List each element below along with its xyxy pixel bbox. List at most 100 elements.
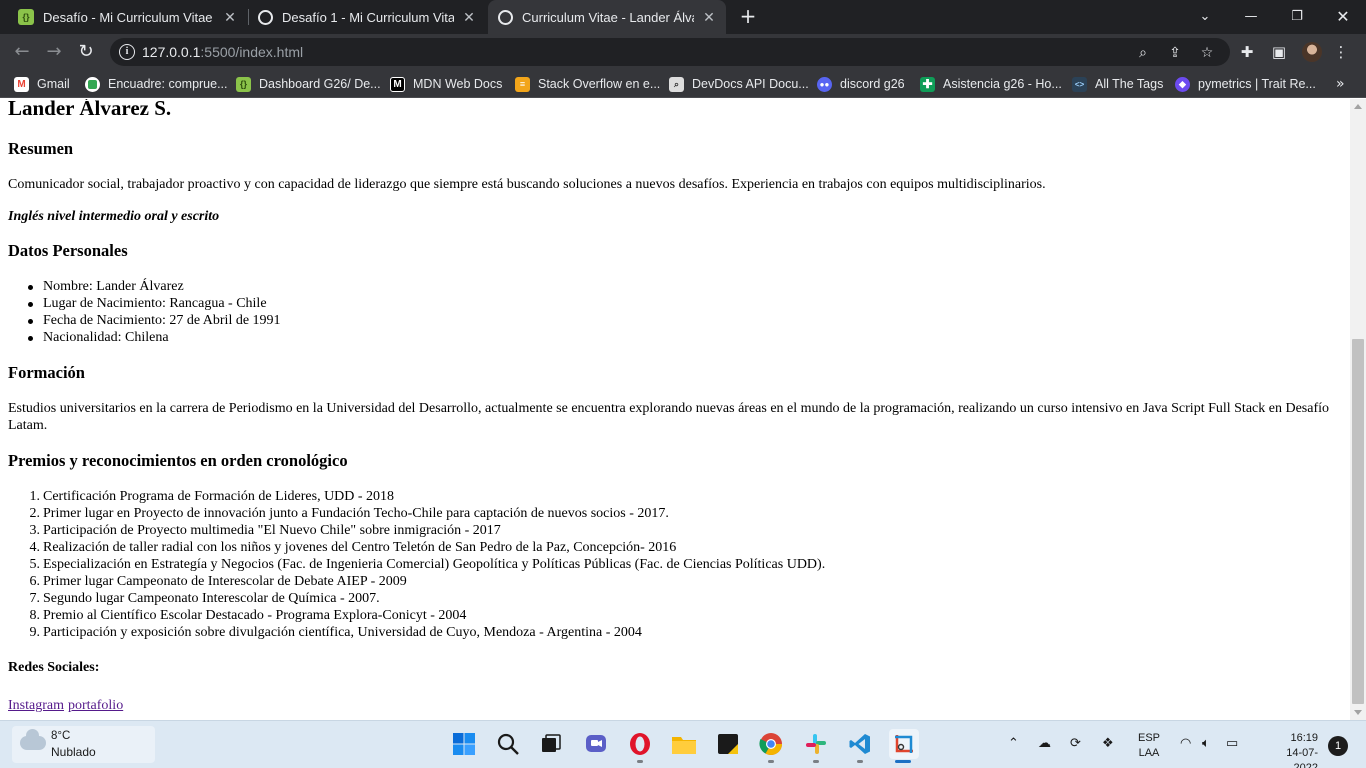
resumen-heading: Resumen bbox=[8, 139, 74, 158]
redes-sociales-heading: Redes Sociales: bbox=[8, 660, 100, 675]
bookmark-item[interactable]: ◆ pymetrics | Trait Re... bbox=[1175, 75, 1316, 93]
bookmark-label: All The Tags bbox=[1095, 77, 1164, 91]
gmail-icon: M bbox=[14, 76, 29, 92]
language-indicator[interactable]: ESP LAA bbox=[1137, 731, 1161, 761]
close-tab-icon[interactable]: ✕ bbox=[702, 9, 716, 26]
stackoverflow-icon: ≡ bbox=[515, 76, 530, 92]
bookmark-label: discord g26 bbox=[840, 77, 905, 91]
discord-icon: ●● bbox=[817, 76, 832, 92]
resumen-text: Comunicador social, trabajador proactivo… bbox=[8, 177, 1046, 192]
scroll-up-icon[interactable] bbox=[1354, 104, 1362, 109]
address-bar[interactable]: i 127.0.0.1:5500/index.html ⌕ ⇪ ☆ bbox=[110, 38, 1230, 66]
google-sheets-icon bbox=[85, 76, 100, 92]
dropbox-icon[interactable]: ❖ bbox=[1102, 735, 1114, 751]
wifi-icon[interactable]: ◠ bbox=[1180, 735, 1191, 751]
tab-title: Desafío 1 - Mi Curriculum Vitae e bbox=[282, 9, 454, 25]
url-text[interactable]: 127.0.0.1:5500/index.html bbox=[142, 44, 303, 60]
bookmark-label: MDN Web Docs bbox=[413, 77, 503, 91]
running-indicator bbox=[813, 760, 819, 763]
list-item: 1. Certificación Programa de Formación de… bbox=[29, 489, 395, 504]
weather-widget[interactable]: 8°C Nublado bbox=[12, 726, 155, 763]
running-indicator bbox=[857, 760, 863, 763]
more-bookmarks-icon[interactable]: » bbox=[1336, 76, 1345, 92]
bookmark-star-icon[interactable]: ☆ bbox=[1198, 44, 1216, 62]
list-item: 6. Primer lugar Campeonato de Interescola… bbox=[29, 574, 407, 589]
profile-avatar[interactable] bbox=[1302, 42, 1322, 62]
new-tab-button[interactable]: + bbox=[737, 5, 759, 27]
formacion-heading: Formación bbox=[8, 363, 85, 382]
minimize-icon[interactable]: — bbox=[1228, 0, 1274, 32]
weather-temperature: 8°C bbox=[51, 730, 71, 742]
page-scrollbar[interactable] bbox=[1350, 99, 1366, 720]
bookmark-item[interactable]: {} Dashboard G26/ De... bbox=[236, 75, 381, 93]
bullet-icon bbox=[28, 285, 33, 290]
running-indicator bbox=[768, 760, 774, 763]
zoom-icon[interactable]: ⌕ bbox=[1134, 44, 1152, 62]
site-info-icon[interactable]: i bbox=[119, 44, 135, 60]
clock[interactable]: 16:19 14-07-2022 bbox=[1280, 731, 1318, 768]
bookmark-label: Dashboard G26/ De... bbox=[259, 77, 381, 91]
chrome-icon[interactable] bbox=[756, 729, 786, 759]
teams-chat-icon[interactable] bbox=[581, 729, 611, 759]
instagram-link[interactable]: Instagram bbox=[8, 698, 64, 713]
restore-icon[interactable]: ❐ bbox=[1274, 0, 1320, 32]
bookmark-item[interactable]: M Gmail bbox=[14, 75, 70, 93]
extensions-icon[interactable]: ✚ bbox=[1237, 42, 1257, 62]
vscode-icon[interactable] bbox=[845, 729, 875, 759]
tab-desafio-cv[interactable]: {} Desafío - Mi Curriculum Vitae en ✕ bbox=[8, 0, 248, 34]
file-explorer-icon[interactable] bbox=[669, 729, 699, 759]
close-window-icon[interactable]: ✕ bbox=[1320, 0, 1366, 32]
portafolio-link[interactable]: portafolio bbox=[68, 698, 123, 713]
back-icon[interactable]: ← bbox=[10, 40, 34, 64]
slack-icon[interactable] bbox=[801, 729, 831, 759]
battery-icon[interactable]: ▭ bbox=[1226, 735, 1238, 751]
scroll-down-icon[interactable] bbox=[1354, 710, 1362, 715]
tab-desafio-1-cv[interactable]: Desafío 1 - Mi Curriculum Vitae e ✕ bbox=[248, 0, 488, 34]
cloud-icon bbox=[20, 729, 46, 750]
close-tab-icon[interactable]: ✕ bbox=[223, 9, 237, 26]
list-item: Nacionalidad: Chilena bbox=[28, 329, 169, 346]
forward-icon[interactable]: → bbox=[42, 40, 66, 64]
cv-name-heading: Lander Álvarez S. bbox=[8, 99, 172, 120]
show-hidden-icons-icon[interactable]: ⌃ bbox=[1008, 735, 1019, 751]
bookmark-item[interactable]: ●● discord g26 bbox=[817, 75, 905, 93]
snipping-tool-icon[interactable] bbox=[889, 729, 919, 759]
bookmark-item[interactable]: <> All The Tags bbox=[1072, 75, 1163, 93]
sync-icon[interactable]: ⟳ bbox=[1070, 735, 1081, 751]
search-icon[interactable] bbox=[493, 729, 523, 759]
bookmark-item[interactable]: M MDN Web Docs bbox=[390, 75, 502, 93]
tab-strip: {} Desafío - Mi Curriculum Vitae en ✕ De… bbox=[0, 0, 1366, 34]
close-tab-icon[interactable]: ✕ bbox=[462, 9, 476, 26]
side-panel-icon[interactable]: ▣ bbox=[1269, 42, 1289, 62]
bullet-icon bbox=[28, 302, 33, 307]
bookmark-item[interactable]: Encuadre: comprue... bbox=[85, 75, 228, 93]
task-view-icon[interactable] bbox=[536, 729, 566, 759]
page-viewport: Lander Álvarez S. Resumen Comunicador so… bbox=[0, 99, 1350, 720]
formacion-text: Estudios universitarios en la carrera de… bbox=[8, 401, 1330, 433]
list-item: Fecha de Nacimiento: 27 de Abril de 1991 bbox=[28, 312, 281, 329]
tab-search-icon[interactable]: ⌄ bbox=[1182, 0, 1228, 32]
windows-start-icon[interactable] bbox=[449, 729, 479, 759]
bookmark-item[interactable]: ✚ Asistencia g26 - Ho... bbox=[920, 75, 1062, 93]
sticky-notes-icon[interactable] bbox=[713, 729, 743, 759]
globe-icon bbox=[498, 9, 513, 25]
code-icon: <> bbox=[1072, 76, 1087, 92]
bullet-icon bbox=[28, 336, 33, 341]
scrollbar-thumb[interactable] bbox=[1352, 339, 1364, 704]
tab-curriculum-vitae[interactable]: Curriculum Vitae - Lander Álvarez ✕ bbox=[488, 0, 726, 34]
onedrive-icon[interactable]: ☁ bbox=[1038, 735, 1051, 751]
bookmark-label: Gmail bbox=[37, 77, 70, 91]
weather-condition: Nublado bbox=[51, 745, 96, 759]
bookmarks-bar: M Gmail Encuadre: comprue... {} Dashboar… bbox=[0, 70, 1366, 98]
bookmark-item[interactable]: ≡ Stack Overflow en e... bbox=[515, 75, 660, 93]
windows-taskbar: 8°C Nublado ⌃ ☁ ⟳ ❖ ESP LAA ◠ 🔈︎ ▭ 16:19… bbox=[0, 720, 1366, 768]
volume-icon[interactable]: 🔈︎ bbox=[1202, 735, 1210, 751]
share-icon[interactable]: ⇪ bbox=[1166, 44, 1184, 62]
bookmark-item[interactable]: ⌕ DevDocs API Docu... bbox=[669, 75, 809, 93]
bookmark-label: pymetrics | Trait Re... bbox=[1198, 77, 1316, 91]
opera-icon[interactable] bbox=[625, 729, 655, 759]
devdocs-icon: ⌕ bbox=[669, 76, 684, 92]
menu-icon[interactable]: ⋮ bbox=[1331, 42, 1351, 62]
notification-badge[interactable]: 1 bbox=[1328, 736, 1348, 756]
reload-icon[interactable]: ↻ bbox=[74, 40, 98, 64]
